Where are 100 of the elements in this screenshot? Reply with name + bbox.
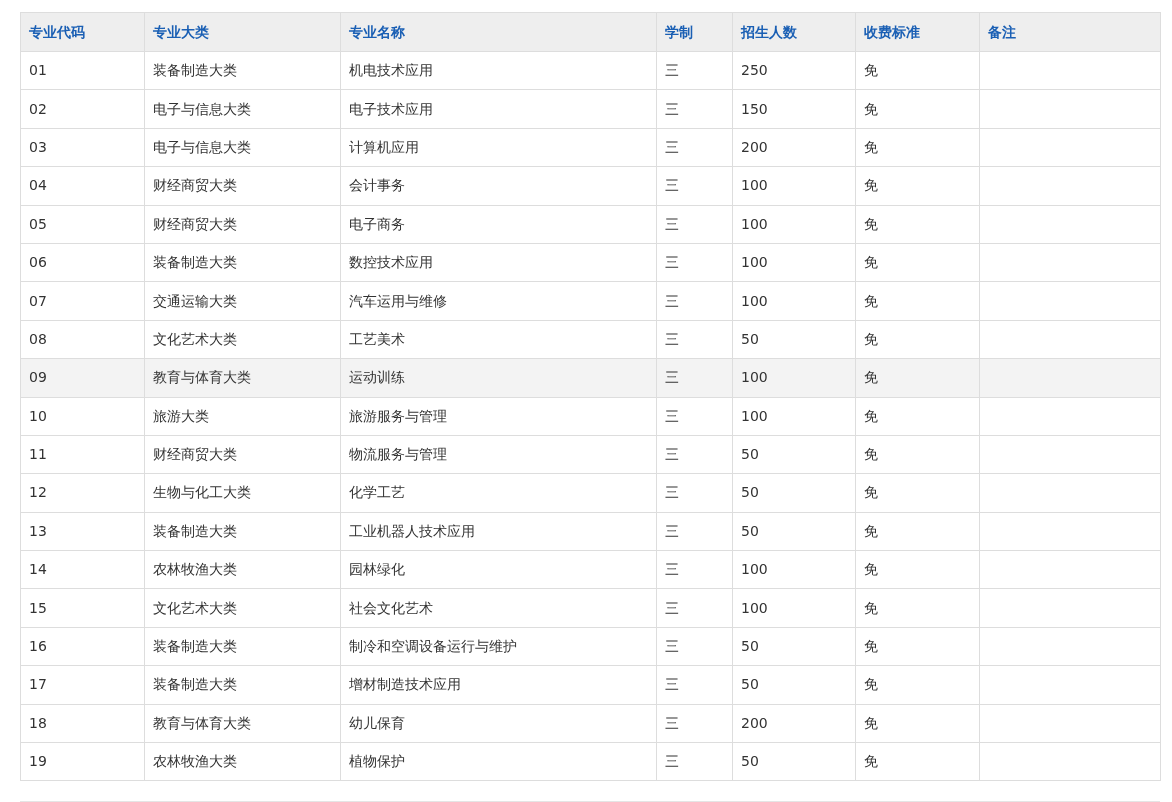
table-cell: 财经商贸大类 [153, 446, 237, 463]
table-cell: 工业机器人技术应用 [349, 522, 475, 539]
table-cell: 免 [864, 62, 878, 79]
table-cell: 100 [741, 254, 768, 271]
table-cell: 免 [864, 676, 878, 693]
table-cell: 免 [864, 330, 878, 347]
table-cell: 农林牧渔大类 [153, 753, 237, 770]
table-cell: 财经商贸大类 [153, 177, 237, 194]
table-cell: 三 [665, 177, 679, 194]
table-cell: 250 [741, 62, 768, 79]
table-cell: 50 [741, 484, 759, 501]
table-cell: 17 [29, 676, 47, 693]
table-cell: 园林绿化 [349, 561, 405, 578]
table-cell: 08 [29, 330, 47, 347]
table-cell: 01 [29, 62, 47, 79]
table-cell: 50 [741, 330, 759, 347]
table-cell: 三 [665, 714, 679, 731]
table-cell: 三 [665, 522, 679, 539]
table-cell: 文化艺术大类 [153, 330, 237, 347]
table-cell: 物流服务与管理 [349, 446, 447, 463]
table-cell: 200 [741, 138, 768, 155]
table-cell: 18 [29, 714, 47, 731]
table-cell: 财经商贸大类 [153, 215, 237, 232]
table-cell: 免 [864, 215, 878, 232]
table-cell: 三 [665, 254, 679, 271]
table-cell: 装备制造大类 [153, 522, 237, 539]
table-cell: 三 [665, 676, 679, 693]
column-header: 学制 [656, 12, 733, 52]
table-cell: 生物与化工大类 [153, 484, 251, 501]
table-cell: 计算机应用 [349, 138, 419, 155]
column-header: 招生人数 [732, 12, 856, 52]
table-cell: 汽车运用与维修 [349, 292, 447, 309]
column-header: 备注 [979, 12, 1161, 52]
table-cell: 三 [665, 638, 679, 655]
table-cell: 50 [741, 446, 759, 463]
table-cell: 10 [29, 407, 47, 424]
table-cell: 16 [29, 638, 47, 655]
table-cell: 三 [665, 484, 679, 501]
table-cell: 免 [864, 177, 878, 194]
table-cell: 免 [864, 522, 878, 539]
table-cell: 旅游大类 [153, 407, 209, 424]
table-cell: 装备制造大类 [153, 676, 237, 693]
table-cell: 数控技术应用 [349, 254, 433, 271]
table-cell: 免 [864, 561, 878, 578]
table-cell: 三 [665, 330, 679, 347]
table-cell: 免 [864, 292, 878, 309]
table-cell: 装备制造大类 [153, 254, 237, 271]
table-cell: 电子技术应用 [349, 100, 433, 117]
table-cell: 50 [741, 676, 759, 693]
column-header: 专业名称 [340, 12, 657, 52]
table-cell: 电子与信息大类 [153, 100, 251, 117]
table-cell: 文化艺术大类 [153, 599, 237, 616]
table-cell: 机电技术应用 [349, 62, 433, 79]
table-cell: 免 [864, 599, 878, 616]
column-header: 专业代码 [20, 12, 145, 52]
table-cell: 电子商务 [349, 215, 405, 232]
table-cell: 免 [864, 638, 878, 655]
table-cell: 50 [741, 638, 759, 655]
table-cell: 装备制造大类 [153, 638, 237, 655]
table-cell: 装备制造大类 [153, 62, 237, 79]
table-cell: 三 [665, 599, 679, 616]
table-cell: 03 [29, 138, 47, 155]
table-cell: 13 [29, 522, 47, 539]
table-cell: 免 [864, 138, 878, 155]
table-cell: 04 [29, 177, 47, 194]
table-cell: 200 [741, 714, 768, 731]
table-cell: 100 [741, 599, 768, 616]
table-cell: 交通运输大类 [153, 292, 237, 309]
column-header: 专业大类 [144, 12, 341, 52]
table-cell: 电子与信息大类 [153, 138, 251, 155]
table-cell: 02 [29, 100, 47, 117]
table-cell: 三 [665, 369, 679, 386]
table-cell: 06 [29, 254, 47, 271]
table-cell: 12 [29, 484, 47, 501]
table-cell: 三 [665, 446, 679, 463]
table-cell: 三 [665, 62, 679, 79]
table-cell: 三 [665, 292, 679, 309]
table-cell: 幼儿保育 [349, 714, 405, 731]
table-cell: 免 [864, 407, 878, 424]
table-cell: 植物保护 [349, 753, 405, 770]
table-cell: 制冷和空调设备运行与维护 [349, 638, 517, 655]
table-cell: 三 [665, 753, 679, 770]
column-header: 收费标准 [855, 12, 980, 52]
table-cell: 农林牧渔大类 [153, 561, 237, 578]
table-cell: 07 [29, 292, 47, 309]
table-cell: 100 [741, 561, 768, 578]
table-cell: 05 [29, 215, 47, 232]
table-cell: 免 [864, 100, 878, 117]
table-cell: 19 [29, 753, 47, 770]
table-cell: 09 [29, 369, 47, 386]
table-cell: 运动训练 [349, 369, 405, 386]
table-cell: 100 [741, 369, 768, 386]
table-cell: 会计事务 [349, 177, 405, 194]
table-cell: 14 [29, 561, 47, 578]
table-cell: 旅游服务与管理 [349, 407, 447, 424]
table-cell: 11 [29, 446, 47, 463]
table-cell: 50 [741, 522, 759, 539]
table-cell: 100 [741, 407, 768, 424]
table-cell: 免 [864, 753, 878, 770]
table-cell: 免 [864, 369, 878, 386]
